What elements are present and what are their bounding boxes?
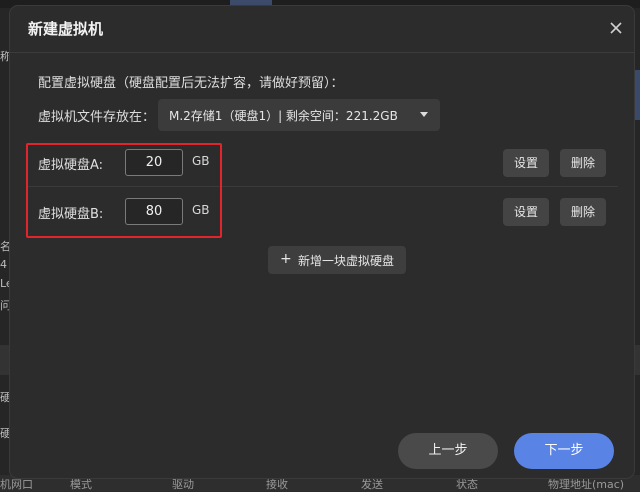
column-header: 物理地址(mac) [548, 478, 625, 491]
disk-settings-button[interactable]: 设置 [503, 149, 549, 177]
disk-size-input[interactable] [125, 198, 183, 225]
caret-down-icon [420, 112, 428, 117]
disk-delete-button[interactable]: 删除 [560, 198, 606, 226]
column-header: 接收 [266, 478, 288, 491]
plus-icon: + [280, 251, 292, 267]
dialog-header: 新建虚拟机 [10, 6, 634, 53]
column-header: 发送 [361, 478, 383, 491]
column-header: 模式 [70, 478, 92, 491]
column-header: 驱动 [172, 478, 194, 491]
section-label: 配置虚拟硬盘（硬盘配置后无法扩容，请做好预留）： [38, 76, 344, 91]
column-header: 状态 [456, 478, 478, 491]
add-disk-label: 新增一块虚拟硬盘 [298, 254, 395, 268]
disk-settings-button[interactable]: 设置 [503, 198, 549, 226]
storage-select-value: M.2存储1（硬盘1）| 剩余空间：221.2GB [169, 109, 398, 123]
disk-unit: GB [192, 154, 210, 168]
add-disk-button[interactable]: + 新增一块虚拟硬盘 [268, 246, 406, 274]
disk-delete-button[interactable]: 删除 [560, 149, 606, 177]
disk-label: 虚拟硬盘A: [38, 158, 104, 173]
virtual-disk-row: 虚拟硬盘B: GB 设置 删除 [26, 187, 618, 235]
previous-step-button[interactable]: 上一步 [398, 433, 498, 469]
disk-unit: GB [192, 203, 210, 217]
dialog-title: 新建虚拟机 [28, 20, 104, 38]
close-button[interactable] [608, 20, 624, 36]
storage-path-label: 虚拟机文件存放在： [38, 110, 156, 125]
close-icon [610, 22, 622, 34]
new-vm-dialog: 新建虚拟机 配置虚拟硬盘（硬盘配置后无法扩容，请做好预留）： 虚拟机文件存放在：… [10, 6, 634, 478]
next-step-button[interactable]: 下一步 [514, 433, 614, 469]
disk-label: 虚拟硬盘B: [38, 207, 104, 222]
column-header: 机网口 [0, 478, 33, 491]
storage-select[interactable]: M.2存储1（硬盘1）| 剩余空间：221.2GB [158, 99, 440, 131]
disk-size-input[interactable] [125, 149, 183, 176]
virtual-disk-row: 虚拟硬盘A: GB 设置 删除 [26, 138, 618, 187]
